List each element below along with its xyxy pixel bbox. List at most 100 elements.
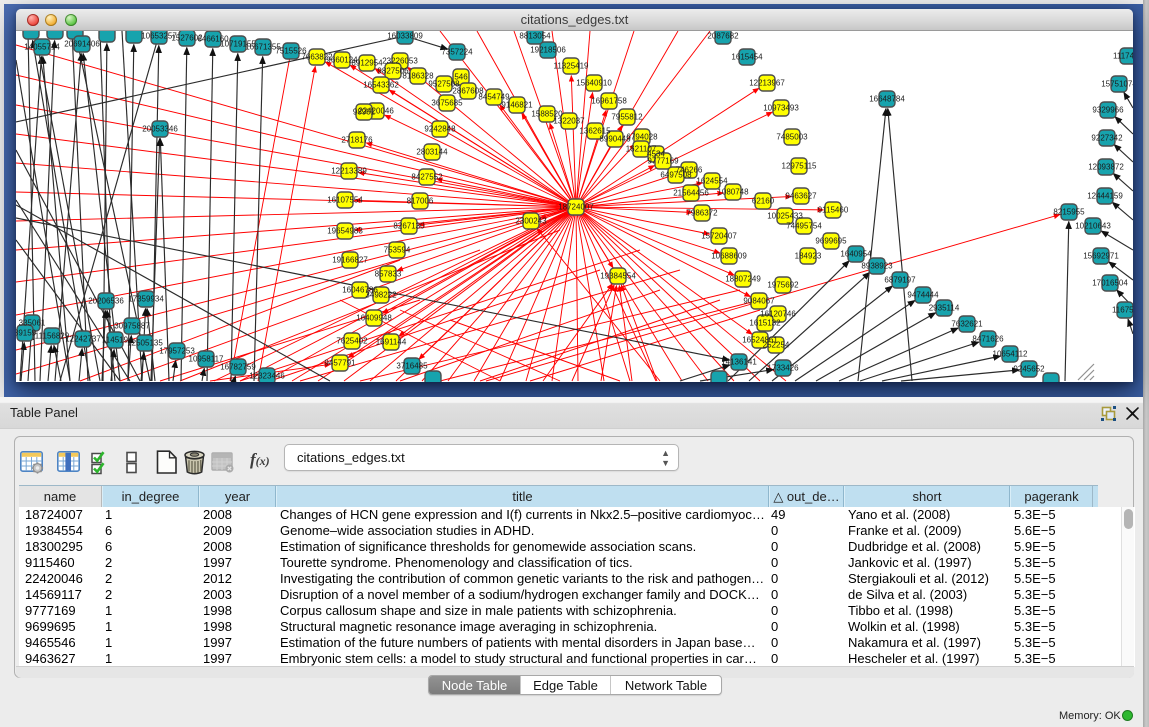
svg-text:15720407: 15720407: [701, 232, 737, 241]
svg-text:16107554: 16107554: [327, 196, 363, 205]
svg-text:19166827: 19166827: [332, 256, 368, 265]
svg-text:8215955: 8215955: [1053, 208, 1085, 217]
svg-text:1615454: 1615454: [731, 53, 763, 62]
svg-text:184923: 184923: [795, 252, 822, 261]
svg-text:12444159: 12444159: [1087, 192, 1123, 201]
svg-text:1322037: 1322037: [553, 117, 585, 126]
svg-text:9084067: 9084067: [743, 297, 775, 306]
svg-text:16961758: 16961758: [591, 97, 627, 106]
svg-text:12093872: 12093872: [1088, 163, 1124, 172]
svg-text:546: 546: [454, 73, 468, 82]
svg-text:10688609: 10688609: [711, 252, 747, 261]
svg-text:12213967: 12213967: [749, 79, 785, 88]
svg-text:14055714: 14055714: [24, 43, 60, 52]
svg-text:1691144: 1691144: [376, 338, 407, 347]
svg-text:16120746: 16120746: [760, 310, 796, 319]
svg-text:19384554: 19384554: [600, 272, 636, 281]
svg-text:21564456: 21564456: [673, 189, 709, 198]
svg-text:3498222: 3498222: [365, 291, 397, 300]
svg-text:15692971: 15692971: [1083, 252, 1119, 261]
svg-text:23226053: 23226053: [382, 57, 418, 66]
svg-text:9329966: 9329966: [1092, 106, 1124, 115]
svg-text:9474444: 9474444: [907, 291, 939, 300]
svg-text:10025433: 10025433: [767, 212, 803, 221]
svg-text:1615132: 1615132: [749, 319, 781, 328]
svg-text:116753: 116753: [1112, 306, 1133, 315]
svg-text:1080748: 1080748: [717, 188, 749, 197]
svg-text:7986372: 7986372: [686, 209, 718, 218]
svg-text:74495754: 74495754: [786, 222, 822, 231]
svg-text:62160: 62160: [752, 197, 775, 206]
svg-text:9777169: 9777169: [647, 157, 679, 166]
svg-text:16033809: 16033809: [387, 32, 423, 41]
svg-text:39159: 39159: [16, 329, 37, 338]
svg-text:20691406: 20691406: [64, 40, 100, 49]
svg-text:6794028: 6794028: [626, 133, 658, 142]
svg-text:2087682: 2087682: [707, 32, 739, 41]
svg-text:8813054: 8813054: [519, 32, 551, 41]
svg-text:335061: 335061: [19, 319, 46, 328]
svg-text:10973493: 10973493: [763, 104, 799, 113]
svg-text:12975115: 12975115: [782, 162, 818, 171]
svg-text:9463627: 9463627: [785, 192, 817, 201]
svg-text:9245652: 9245652: [1013, 365, 1045, 374]
svg-text:3716485: 3716485: [396, 362, 428, 371]
svg-text:8267130: 8267130: [393, 222, 425, 231]
svg-text:12213389: 12213389: [331, 167, 367, 176]
svg-text:2718176: 2718176: [341, 136, 373, 145]
svg-text:12505135: 12505135: [127, 339, 163, 348]
svg-text:2300243: 2300243: [515, 217, 547, 226]
svg-text:9146821: 9146821: [501, 101, 533, 110]
svg-text:98901: 98901: [353, 108, 376, 117]
svg-text:252254: 252254: [763, 341, 790, 350]
svg-text:857833: 857833: [375, 270, 402, 279]
svg-text:17359934: 17359934: [128, 295, 164, 304]
svg-text:15640910: 15640910: [576, 79, 612, 88]
svg-text:2803144: 2803144: [416, 148, 448, 157]
svg-text:11325419: 11325419: [554, 62, 590, 71]
svg-text:8938923: 8938923: [861, 262, 893, 271]
svg-text:10210643: 10210643: [1075, 222, 1111, 231]
svg-text:1117404: 1117404: [1113, 52, 1133, 61]
svg-text:1733426: 1733426: [767, 364, 799, 373]
svg-text:19654983: 19654983: [327, 227, 363, 236]
svg-text:114519: 114519: [102, 336, 129, 345]
svg-text:19218506: 19218506: [530, 46, 566, 55]
svg-text:7955812: 7955812: [611, 113, 643, 122]
svg-text:7632621: 7632621: [951, 320, 983, 329]
svg-text:2935114: 2935114: [929, 304, 960, 313]
svg-text:9457791: 9457791: [324, 359, 356, 368]
svg-text:17016504: 17016504: [1092, 279, 1128, 288]
svg-text:1624554: 1624554: [696, 177, 728, 186]
svg-text:7485003: 7485003: [776, 133, 808, 142]
svg-text:16543362: 16543362: [363, 81, 399, 90]
svg-text:16409948: 16409948: [356, 314, 392, 323]
svg-text:16782759: 16782759: [220, 363, 256, 372]
svg-text:12242737: 12242737: [65, 335, 101, 344]
svg-text:9115460: 9115460: [818, 206, 849, 215]
svg-text:18807249: 18807249: [725, 275, 761, 284]
svg-text:10958117: 10958117: [189, 355, 225, 364]
svg-text:14136141: 14136141: [721, 358, 757, 367]
svg-text:20053346: 20053346: [142, 125, 178, 134]
svg-text:8471626: 8471626: [972, 335, 1004, 344]
svg-text:8427552: 8427552: [411, 173, 443, 182]
svg-text:9699695: 9699695: [815, 237, 847, 246]
svg-text:30975887: 30975887: [114, 322, 150, 331]
svg-text:9242848: 9242848: [424, 125, 456, 134]
svg-text:3675685: 3675685: [431, 99, 463, 108]
svg-text:7357224: 7357224: [441, 48, 473, 57]
svg-text:10654112: 10654112: [993, 350, 1029, 359]
svg-text:7625402: 7625402: [336, 337, 368, 346]
svg-text:15751074: 15751074: [1101, 80, 1133, 89]
svg-text:1640954: 1640954: [840, 250, 872, 259]
svg-text:12323446: 12323446: [249, 372, 285, 381]
svg-text:18724007: 18724007: [558, 203, 594, 212]
svg-text:6497508: 6497508: [660, 171, 692, 180]
svg-text:9227342: 9227342: [1091, 134, 1123, 143]
svg-text:753594: 753594: [384, 246, 411, 255]
svg-text:817006: 817006: [407, 197, 434, 206]
svg-text:20206536: 20206536: [88, 297, 124, 306]
svg-text:1975692: 1975692: [767, 281, 799, 290]
svg-text:16648784: 16648784: [869, 95, 905, 104]
